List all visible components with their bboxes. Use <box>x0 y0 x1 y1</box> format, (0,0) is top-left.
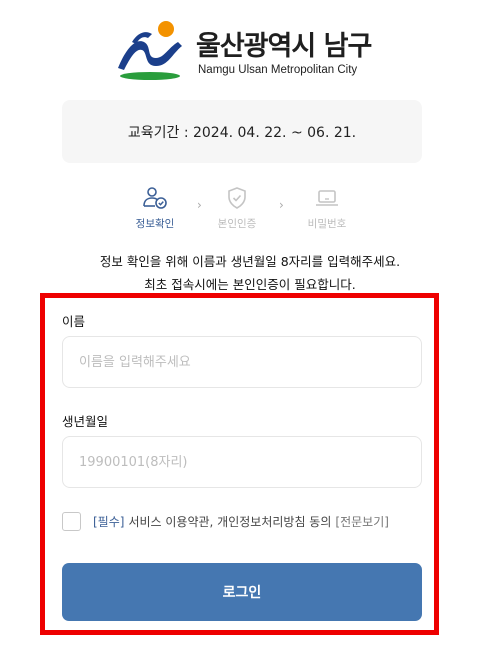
laptop-icon <box>316 190 338 206</box>
birthdate-input[interactable] <box>62 436 422 488</box>
name-label: 이름 <box>62 314 86 329</box>
step-label: 정보확인 <box>135 218 175 230</box>
required-tag: [필수] <box>93 514 125 529</box>
step-password: 비밀번호 <box>292 186 362 231</box>
instruction-text: 정보 확인을 위해 이름과 생년월일 8자리를 입력해주세요. 최초 접속시에는… <box>40 250 460 296</box>
education-period: 교육기간 : 2024. 04. 22. ~ 06. 21. <box>62 100 422 163</box>
terms-checkbox[interactable] <box>62 511 81 531</box>
step-indicator: 정보확인 › 본인인증 › 비밀번호 <box>120 186 380 236</box>
terms-text: 서비스 이용약관, 개인정보처리방침 동의 <box>128 514 332 529</box>
instruction-line-1: 정보 확인을 위해 이름과 생년월일 8자리를 입력해주세요. <box>99 254 401 269</box>
namgu-emblem-icon <box>118 21 182 80</box>
view-terms-link[interactable]: [전문보기] <box>335 513 389 530</box>
shield-check-icon <box>228 187 246 209</box>
org-name: 울산광역시 남구 <box>196 31 372 62</box>
city-logo: 울산광역시 남구 Namgu Ulsan Metropolitan City <box>112 18 382 82</box>
chevron-right-icon: › <box>279 198 284 212</box>
step-identity-verification: 본인인증 <box>202 186 272 231</box>
step-label: 비밀번호 <box>307 218 347 230</box>
user-check-icon <box>143 187 167 209</box>
org-name-en: Namgu Ulsan Metropolitan City <box>198 64 358 76</box>
step-label: 본인인증 <box>217 218 257 230</box>
birthdate-label: 생년월일 <box>62 414 109 429</box>
step-info-check: 정보확인 <box>120 186 190 231</box>
terms-agreement: [필수] 서비스 이용약관, 개인정보처리방침 동의 [전문보기] <box>62 510 389 532</box>
name-input[interactable] <box>62 336 422 388</box>
login-button[interactable]: 로그인 <box>62 563 422 621</box>
